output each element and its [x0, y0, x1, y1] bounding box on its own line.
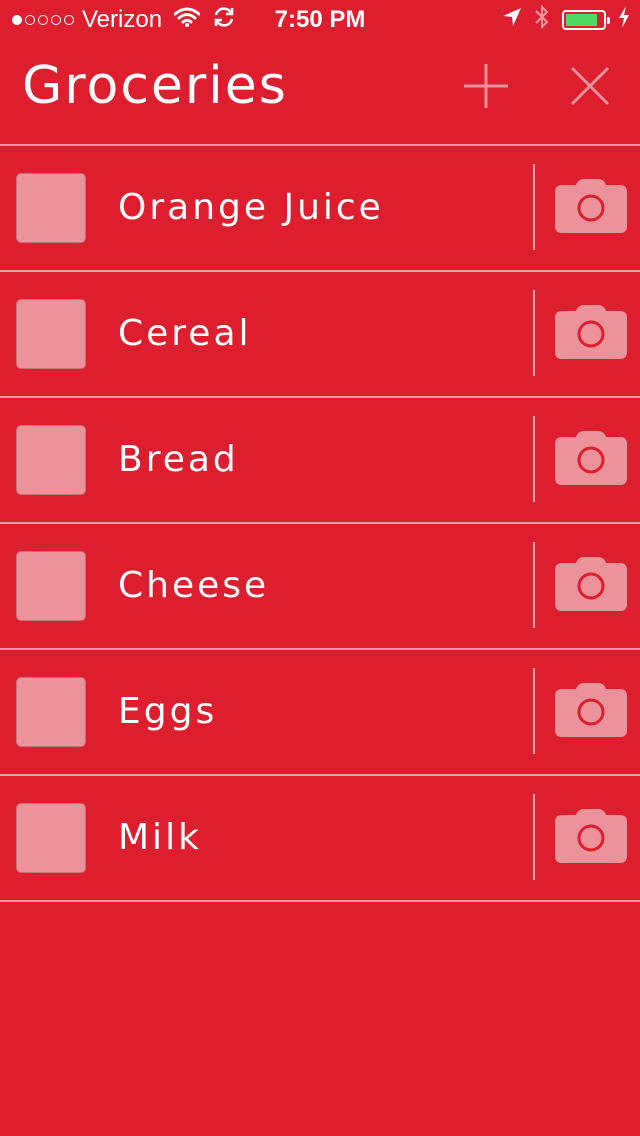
camera-button[interactable] — [554, 304, 628, 360]
item-checkbox[interactable] — [16, 677, 86, 747]
signal-dot — [25, 15, 35, 25]
item-label: Bread — [118, 439, 239, 480]
camera-button[interactable] — [554, 682, 628, 738]
item-label: Orange Juice — [118, 187, 384, 228]
battery-level-fill — [566, 14, 597, 26]
battery-icon — [562, 10, 610, 30]
wifi-icon — [173, 6, 201, 34]
item-checkbox[interactable] — [16, 173, 86, 243]
list-item: Cheese — [0, 524, 640, 650]
list-item: Eggs — [0, 650, 640, 776]
camera-button[interactable] — [554, 178, 628, 234]
camera-icon — [555, 557, 627, 611]
camera-icon — [555, 431, 627, 485]
item-label: Cheese — [118, 565, 270, 606]
plus-icon — [464, 64, 508, 108]
camera-button[interactable] — [554, 556, 628, 612]
signal-dot — [12, 15, 22, 25]
page-title: Groceries — [22, 56, 288, 116]
signal-strength-icon — [12, 15, 74, 25]
list-item: Milk — [0, 776, 640, 902]
item-checkbox[interactable] — [16, 425, 86, 495]
item-divider — [533, 164, 535, 250]
item-divider — [533, 290, 535, 376]
item-checkbox[interactable] — [16, 299, 86, 369]
item-divider — [533, 668, 535, 754]
location-arrow-icon — [502, 6, 522, 34]
item-divider — [533, 416, 535, 502]
camera-icon — [555, 179, 627, 233]
sync-icon — [212, 6, 236, 35]
signal-dot — [38, 15, 48, 25]
camera-icon — [555, 305, 627, 359]
item-label: Cereal — [118, 313, 252, 354]
grocery-list: Orange Juice Cereal Bread Cheese Eggs Mi… — [0, 144, 640, 902]
item-divider — [533, 542, 535, 628]
bluetooth-icon — [534, 4, 550, 36]
item-checkbox[interactable] — [16, 803, 86, 873]
status-bar: Verizon 7:50 PM — [0, 0, 640, 40]
signal-dot — [64, 15, 74, 25]
camera-button[interactable] — [554, 808, 628, 864]
charging-bolt-icon — [618, 5, 630, 35]
status-left: Verizon — [12, 0, 248, 40]
camera-icon — [555, 683, 627, 737]
close-button[interactable] — [562, 58, 618, 114]
carrier-name: Verizon — [82, 6, 163, 33]
camera-button[interactable] — [554, 430, 628, 486]
item-checkbox[interactable] — [16, 551, 86, 621]
app-screen: Verizon 7:50 PM Groceries Orange Juice C… — [0, 0, 640, 1136]
status-right — [502, 0, 630, 40]
item-label: Eggs — [118, 691, 218, 732]
close-icon — [570, 66, 610, 106]
add-item-button[interactable] — [458, 58, 514, 114]
item-label: Milk — [118, 817, 202, 858]
item-divider — [533, 794, 535, 880]
list-item: Orange Juice — [0, 146, 640, 272]
camera-icon — [555, 809, 627, 863]
signal-dot — [51, 15, 61, 25]
list-item: Bread — [0, 398, 640, 524]
nav-header: Groceries — [0, 40, 640, 144]
list-item: Cereal — [0, 272, 640, 398]
